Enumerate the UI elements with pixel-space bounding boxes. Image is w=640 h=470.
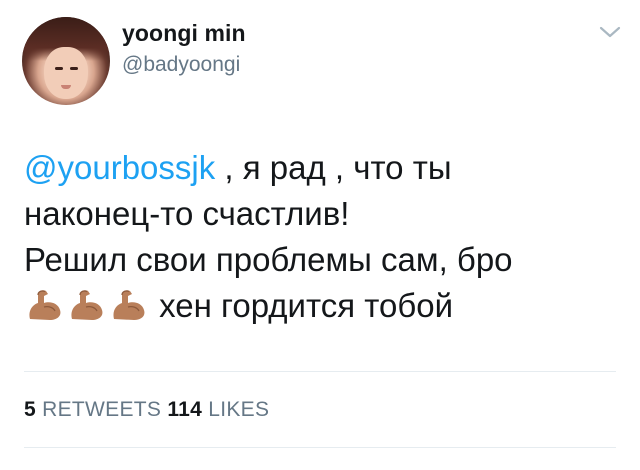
tweet-line-3: Решил свои проблемы сам, бро — [24, 241, 513, 278]
flexed-biceps-icon — [71, 290, 103, 320]
author-display-name[interactable]: yoongi min — [122, 20, 246, 47]
tweet-line-4-text: хен гордится тобой — [150, 287, 454, 324]
retweets-stat[interactable]: 5 RETWEETS — [24, 398, 161, 421]
avatar-eye-left — [55, 67, 63, 70]
likes-label: LIKES — [208, 398, 270, 421]
divider — [24, 447, 616, 448]
avatar-face — [44, 47, 88, 99]
retweets-count: 5 — [24, 398, 36, 421]
tweet-line-1: @yourbossjk , я рад , что ты — [24, 145, 614, 191]
author-handle[interactable]: @badyoongi — [122, 53, 240, 77]
mention-link[interactable]: @yourbossjk — [24, 149, 215, 186]
tweet-line-1-text: , я рад , что ты — [215, 149, 452, 186]
tweet-line-2: наконец-то счастлив! — [24, 195, 350, 232]
tweet-stats: 5 RETWEETS 114 LIKES — [24, 398, 269, 422]
retweets-label: RETWEETS — [42, 398, 162, 421]
tweet-line-4: хен гордится тобой — [24, 283, 614, 329]
flexed-biceps-icon — [113, 290, 145, 320]
flexed-biceps-icon — [29, 290, 61, 320]
avatar-eye-right — [70, 67, 78, 70]
tweet-card: yoongi min @badyoongi @yourbossjk , я ра… — [0, 0, 640, 470]
likes-stat[interactable]: 114 LIKES — [167, 398, 269, 421]
avatar[interactable] — [22, 17, 110, 105]
likes-count: 114 — [167, 398, 203, 421]
tweet-text: @yourbossjk , я рад , что ты наконец-то … — [24, 145, 614, 329]
chevron-down-icon[interactable] — [598, 22, 622, 42]
divider — [24, 371, 616, 372]
